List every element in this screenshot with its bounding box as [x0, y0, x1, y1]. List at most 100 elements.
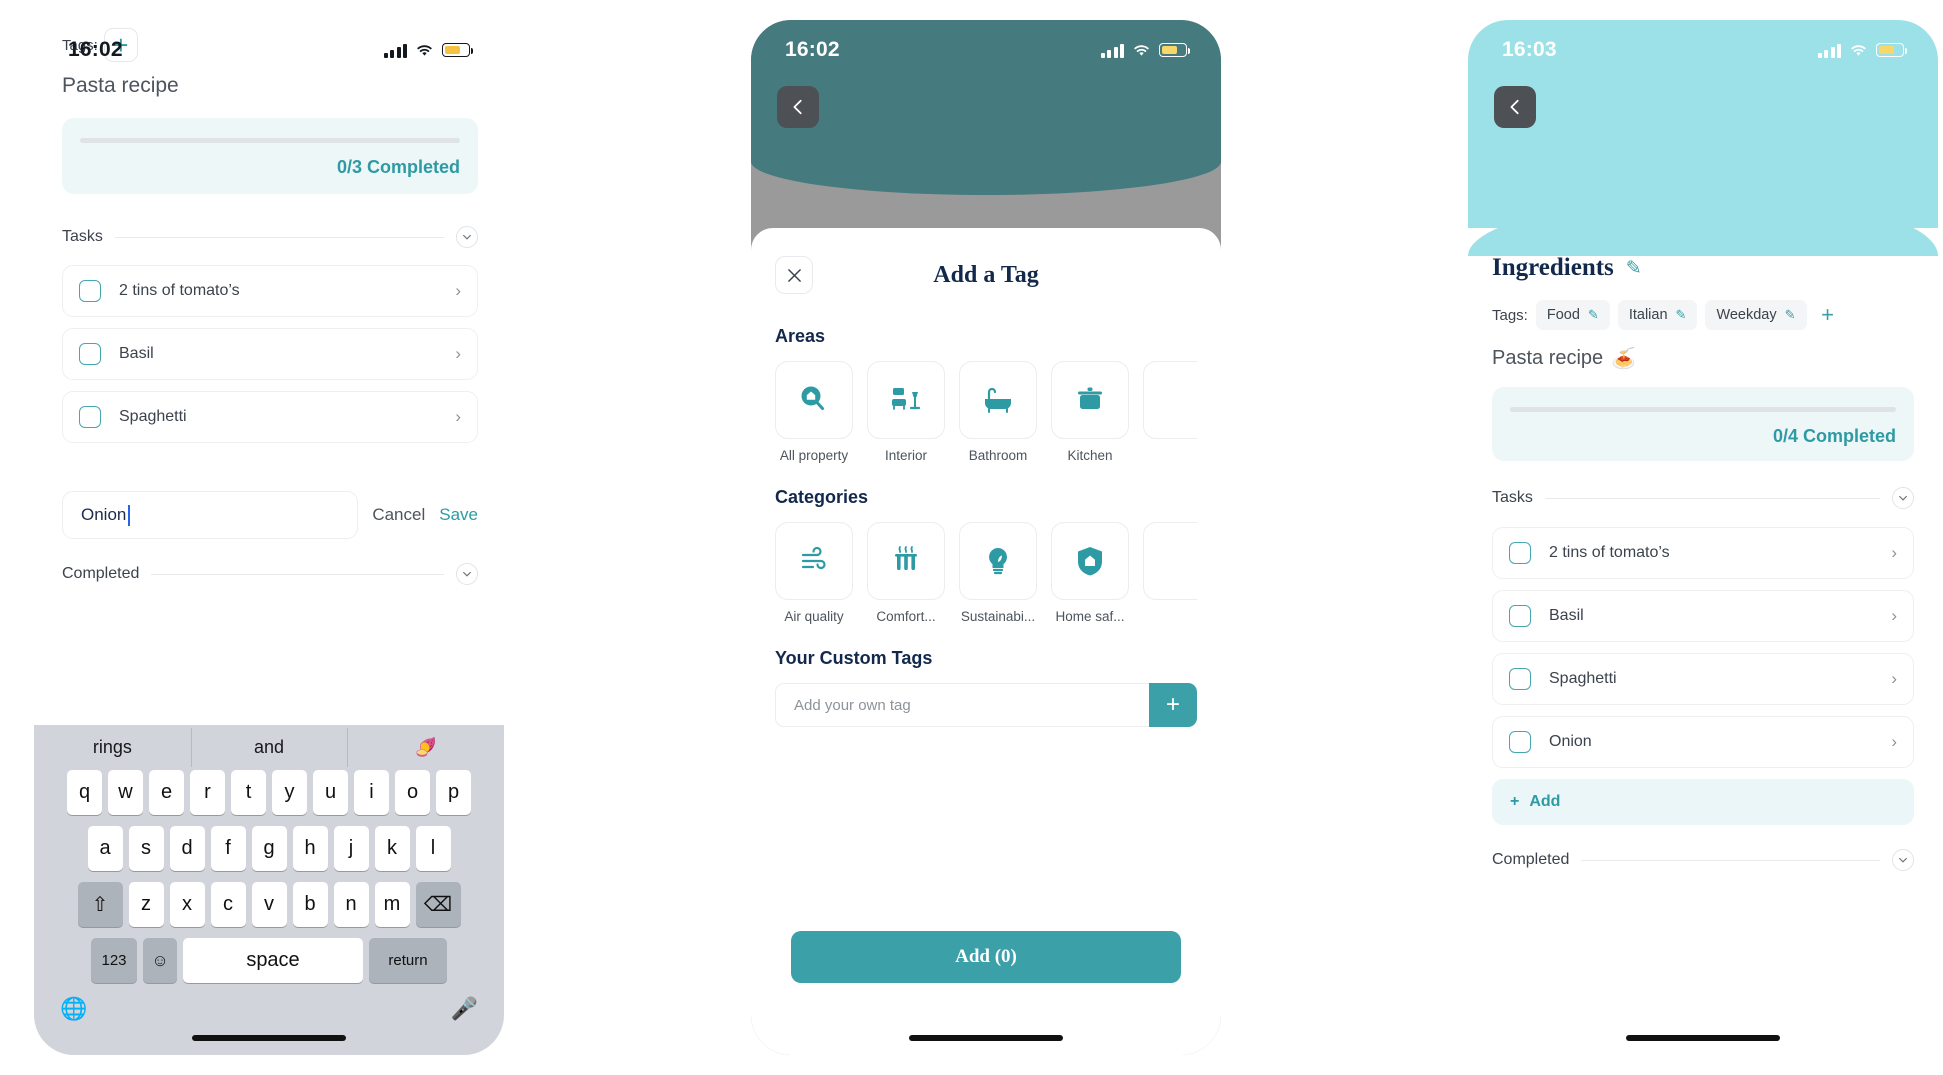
- chevron-right-icon[interactable]: ›: [1891, 669, 1897, 689]
- table-row[interactable]: 2 tins of tomato’s ›: [1492, 527, 1914, 579]
- on-screen-keyboard[interactable]: rings and 🍠 q w e r t y u i o p a s d f …: [34, 725, 504, 1055]
- key-t[interactable]: t: [231, 770, 266, 815]
- category-tile-partial[interactable]: [1143, 522, 1197, 624]
- chevron-right-icon[interactable]: ›: [1891, 732, 1897, 752]
- back-button[interactable]: [1494, 86, 1536, 128]
- key-l[interactable]: l: [415, 826, 451, 871]
- add-task-button[interactable]: + Add: [1492, 779, 1914, 825]
- tag-chip-weekday[interactable]: Weekday ✎: [1705, 300, 1807, 330]
- chevron-right-icon[interactable]: ›: [1891, 543, 1897, 563]
- key-z[interactable]: z: [128, 882, 164, 927]
- task-checkbox[interactable]: [1509, 668, 1531, 690]
- chevron-down-icon[interactable]: [1892, 487, 1914, 509]
- key-a[interactable]: a: [87, 826, 123, 871]
- task-checkbox[interactable]: [79, 280, 101, 302]
- suggestion-item[interactable]: 🍠: [347, 728, 504, 767]
- area-tile-interior[interactable]: Interior: [867, 361, 945, 463]
- add-button[interactable]: Add (0): [791, 931, 1181, 983]
- return-key[interactable]: return: [369, 938, 447, 983]
- plus-icon: +: [1510, 793, 1520, 810]
- category-tile-air-quality[interactable]: Air quality: [775, 522, 853, 624]
- chevron-right-icon[interactable]: ›: [455, 407, 461, 427]
- table-row[interactable]: 2 tins of tomato’s ›: [62, 265, 478, 317]
- pencil-icon[interactable]: ✎: [1588, 307, 1599, 323]
- chevron-right-icon[interactable]: ›: [455, 344, 461, 364]
- add-tag-button[interactable]: +: [1815, 300, 1841, 330]
- area-tile-bathroom[interactable]: Bathroom: [959, 361, 1037, 463]
- key-h[interactable]: h: [292, 826, 328, 871]
- phone-screen-add-tag-modal: 16:02 Add a Tag Areas All property Inter…: [751, 20, 1221, 1055]
- tag-chip-food[interactable]: Food ✎: [1535, 300, 1610, 330]
- custom-tag-add-button[interactable]: +: [1149, 683, 1197, 727]
- key-b[interactable]: b: [292, 882, 328, 927]
- page-title: Pasta recipe: [62, 74, 179, 97]
- key-c[interactable]: c: [210, 882, 246, 927]
- key-p[interactable]: p: [436, 770, 471, 815]
- key-e[interactable]: e: [149, 770, 184, 815]
- chevron-down-icon[interactable]: [456, 563, 478, 585]
- shift-key[interactable]: ⇧: [77, 882, 123, 927]
- key-r[interactable]: r: [190, 770, 225, 815]
- table-row[interactable]: Basil ›: [62, 328, 478, 380]
- custom-tag-input[interactable]: Add your own tag: [775, 683, 1149, 727]
- key-m[interactable]: m: [374, 882, 410, 927]
- backspace-key[interactable]: ⌫: [415, 882, 461, 927]
- tag-chip-italian[interactable]: Italian ✎: [1617, 300, 1698, 330]
- key-d[interactable]: d: [169, 826, 205, 871]
- add-tag-sheet: Add a Tag Areas All property Interior Ba…: [751, 228, 1221, 1055]
- microphone-icon[interactable]: 🎤: [451, 996, 478, 1022]
- key-j[interactable]: j: [333, 826, 369, 871]
- key-i[interactable]: i: [354, 770, 389, 815]
- chevron-right-icon[interactable]: ›: [455, 281, 461, 301]
- task-checkbox[interactable]: [1509, 542, 1531, 564]
- chevron-down-icon[interactable]: [1892, 849, 1914, 871]
- table-row[interactable]: Onion ›: [1492, 716, 1914, 768]
- keyboard-row-1: q w e r t y u i o p: [34, 770, 504, 815]
- category-tile-comfort[interactable]: Comfort...: [867, 522, 945, 624]
- key-k[interactable]: k: [374, 826, 410, 871]
- task-label: Spaghetti: [1549, 670, 1617, 687]
- keyboard-bottom-bar: 🌐 🎤: [34, 994, 504, 1022]
- back-button[interactable]: [777, 86, 819, 128]
- key-q[interactable]: q: [67, 770, 102, 815]
- key-g[interactable]: g: [251, 826, 287, 871]
- save-button[interactable]: Save: [439, 505, 478, 525]
- key-o[interactable]: o: [395, 770, 430, 815]
- emoji-key[interactable]: ☺: [143, 938, 177, 983]
- key-y[interactable]: y: [272, 770, 307, 815]
- chevron-down-icon[interactable]: [456, 226, 478, 248]
- task-checkbox[interactable]: [79, 406, 101, 428]
- key-n[interactable]: n: [333, 882, 369, 927]
- space-key[interactable]: space: [183, 938, 363, 983]
- suggestion-item[interactable]: rings: [34, 737, 191, 758]
- add-tag-button[interactable]: +: [103, 28, 138, 62]
- key-w[interactable]: w: [108, 770, 143, 815]
- table-row[interactable]: Spaghetti ›: [62, 391, 478, 443]
- progress-card: 0/3 Completed: [62, 118, 478, 194]
- cancel-button[interactable]: Cancel: [372, 505, 425, 525]
- task-checkbox[interactable]: [1509, 731, 1531, 753]
- pencil-icon[interactable]: ✎: [1626, 257, 1642, 280]
- key-x[interactable]: x: [169, 882, 205, 927]
- area-tile-partial[interactable]: [1143, 361, 1197, 463]
- suggestion-item[interactable]: and: [190, 728, 348, 767]
- area-tile-all-property[interactable]: All property: [775, 361, 853, 463]
- category-tile-home-safety[interactable]: Home saf...: [1051, 522, 1129, 624]
- chevron-right-icon[interactable]: ›: [1891, 606, 1897, 626]
- numbers-key[interactable]: 123: [91, 938, 137, 983]
- close-button[interactable]: [775, 256, 813, 294]
- task-checkbox[interactable]: [1509, 605, 1531, 627]
- pencil-icon[interactable]: ✎: [1785, 307, 1796, 323]
- key-u[interactable]: u: [313, 770, 348, 815]
- pencil-icon[interactable]: ✎: [1676, 307, 1687, 323]
- key-v[interactable]: v: [251, 882, 287, 927]
- key-f[interactable]: f: [210, 826, 246, 871]
- key-s[interactable]: s: [128, 826, 164, 871]
- table-row[interactable]: Basil ›: [1492, 590, 1914, 642]
- table-row[interactable]: Spaghetti ›: [1492, 653, 1914, 705]
- area-tile-kitchen[interactable]: Kitchen: [1051, 361, 1129, 463]
- category-tile-sustainability[interactable]: Sustainabi...: [959, 522, 1037, 624]
- new-task-input[interactable]: Onion: [62, 491, 359, 539]
- globe-icon[interactable]: 🌐: [60, 996, 87, 1022]
- task-checkbox[interactable]: [79, 343, 101, 365]
